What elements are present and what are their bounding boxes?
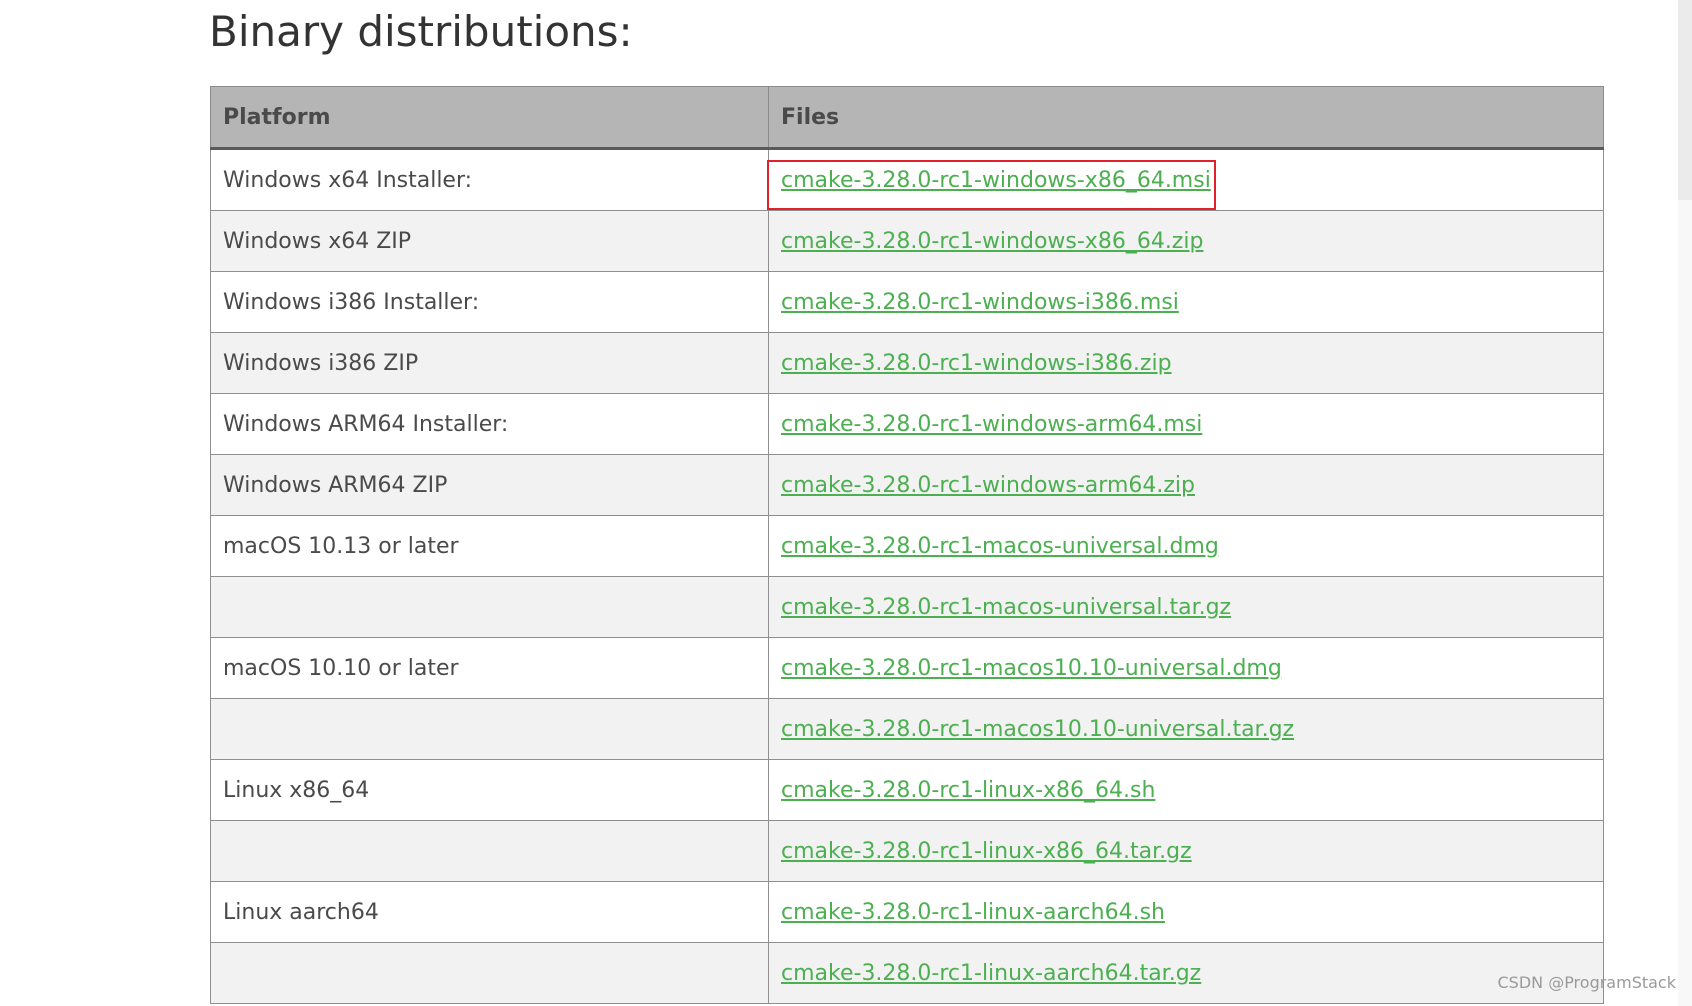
table-row: Linux x86_64 cmake-3.28.0-rc1-linux-x86_… [210, 759, 1604, 821]
column-header-platform: Platform [210, 86, 769, 150]
download-link[interactable]: cmake-3.28.0-rc1-macos-universal.dmg [781, 534, 1219, 559]
platform-cell: Windows ARM64 ZIP [210, 454, 769, 516]
file-cell: cmake-3.28.0-rc1-macos-universal.tar.gz [768, 576, 1604, 638]
scrollbar-thumb[interactable] [1678, 0, 1692, 200]
platform-cell: Linux aarch64 [210, 881, 769, 943]
file-cell: cmake-3.28.0-rc1-linux-x86_64.sh [768, 759, 1604, 821]
file-cell: cmake-3.28.0-rc1-linux-aarch64.sh [768, 881, 1604, 943]
file-cell: cmake-3.28.0-rc1-macos10.10-universal.dm… [768, 637, 1604, 699]
file-cell: cmake-3.28.0-rc1-windows-i386.zip [768, 332, 1604, 394]
table-row: Windows i386 ZIP cmake-3.28.0-rc1-window… [210, 332, 1604, 394]
download-link[interactable]: cmake-3.28.0-rc1-windows-x86_64.zip [781, 229, 1203, 254]
download-link[interactable]: cmake-3.28.0-rc1-linux-aarch64.tar.gz [781, 961, 1201, 986]
table-row: cmake-3.28.0-rc1-linux-aarch64.tar.gz [210, 942, 1604, 1004]
table-header-row: Platform Files [210, 86, 1604, 150]
file-cell: cmake-3.28.0-rc1-windows-arm64.msi [768, 393, 1604, 455]
column-header-files: Files [768, 86, 1604, 150]
download-link[interactable]: cmake-3.28.0-rc1-windows-arm64.msi [781, 412, 1202, 437]
download-link[interactable]: cmake-3.28.0-rc1-windows-i386.msi [781, 290, 1179, 315]
download-link[interactable]: cmake-3.28.0-rc1-macos10.10-universal.ta… [781, 717, 1294, 742]
table-row: Windows x64 ZIP cmake-3.28.0-rc1-windows… [210, 210, 1604, 272]
file-cell: cmake-3.28.0-rc1-windows-i386.msi [768, 271, 1604, 333]
platform-cell: Windows i386 ZIP [210, 332, 769, 394]
table-row: macOS 10.10 or later cmake-3.28.0-rc1-ma… [210, 637, 1604, 699]
platform-cell [210, 698, 769, 760]
file-cell: cmake-3.28.0-rc1-macos10.10-universal.ta… [768, 698, 1604, 760]
page-title: Binary distributions: [209, 7, 633, 56]
table-row: Windows ARM64 ZIP cmake-3.28.0-rc1-windo… [210, 454, 1604, 516]
platform-cell: Windows x64 Installer: [210, 148, 769, 211]
file-cell: cmake-3.28.0-rc1-windows-arm64.zip [768, 454, 1604, 516]
platform-cell: Windows x64 ZIP [210, 210, 769, 272]
platform-cell [210, 576, 769, 638]
platform-cell: Linux x86_64 [210, 759, 769, 821]
download-link[interactable]: cmake-3.28.0-rc1-macos10.10-universal.dm… [781, 656, 1282, 681]
binary-distributions-table: Platform Files Windows x64 Installer: cm… [210, 86, 1604, 1004]
platform-cell [210, 820, 769, 882]
platform-cell [210, 942, 769, 1004]
table-row: Windows x64 Installer: cmake-3.28.0-rc1-… [210, 148, 1604, 211]
download-link[interactable]: cmake-3.28.0-rc1-windows-x86_64.msi [781, 168, 1211, 193]
file-cell: cmake-3.28.0-rc1-linux-aarch64.tar.gz [768, 942, 1604, 1004]
file-cell: cmake-3.28.0-rc1-windows-x86_64.msi [768, 148, 1604, 211]
table-row: cmake-3.28.0-rc1-linux-x86_64.tar.gz [210, 820, 1604, 882]
table-row: cmake-3.28.0-rc1-macos10.10-universal.ta… [210, 698, 1604, 760]
platform-cell: Windows i386 Installer: [210, 271, 769, 333]
table-row: Linux aarch64 cmake-3.28.0-rc1-linux-aar… [210, 881, 1604, 943]
scrollbar[interactable] [1678, 0, 1692, 1006]
table-row: macOS 10.13 or later cmake-3.28.0-rc1-ma… [210, 515, 1604, 577]
platform-cell: Windows ARM64 Installer: [210, 393, 769, 455]
download-link[interactable]: cmake-3.28.0-rc1-linux-x86_64.tar.gz [781, 839, 1192, 864]
platform-cell: macOS 10.10 or later [210, 637, 769, 699]
file-cell: cmake-3.28.0-rc1-windows-x86_64.zip [768, 210, 1604, 272]
download-link[interactable]: cmake-3.28.0-rc1-linux-aarch64.sh [781, 900, 1165, 925]
table-row: cmake-3.28.0-rc1-macos-universal.tar.gz [210, 576, 1604, 638]
file-cell: cmake-3.28.0-rc1-macos-universal.dmg [768, 515, 1604, 577]
file-cell: cmake-3.28.0-rc1-linux-x86_64.tar.gz [768, 820, 1604, 882]
download-link[interactable]: cmake-3.28.0-rc1-macos-universal.tar.gz [781, 595, 1231, 620]
download-link[interactable]: cmake-3.28.0-rc1-linux-x86_64.sh [781, 778, 1155, 803]
platform-cell: macOS 10.13 or later [210, 515, 769, 577]
table-row: Windows ARM64 Installer: cmake-3.28.0-rc… [210, 393, 1604, 455]
table-row: Windows i386 Installer: cmake-3.28.0-rc1… [210, 271, 1604, 333]
download-link[interactable]: cmake-3.28.0-rc1-windows-i386.zip [781, 351, 1172, 376]
download-link[interactable]: cmake-3.28.0-rc1-windows-arm64.zip [781, 473, 1195, 498]
watermark: CSDN @ProgramStack [1497, 973, 1676, 992]
